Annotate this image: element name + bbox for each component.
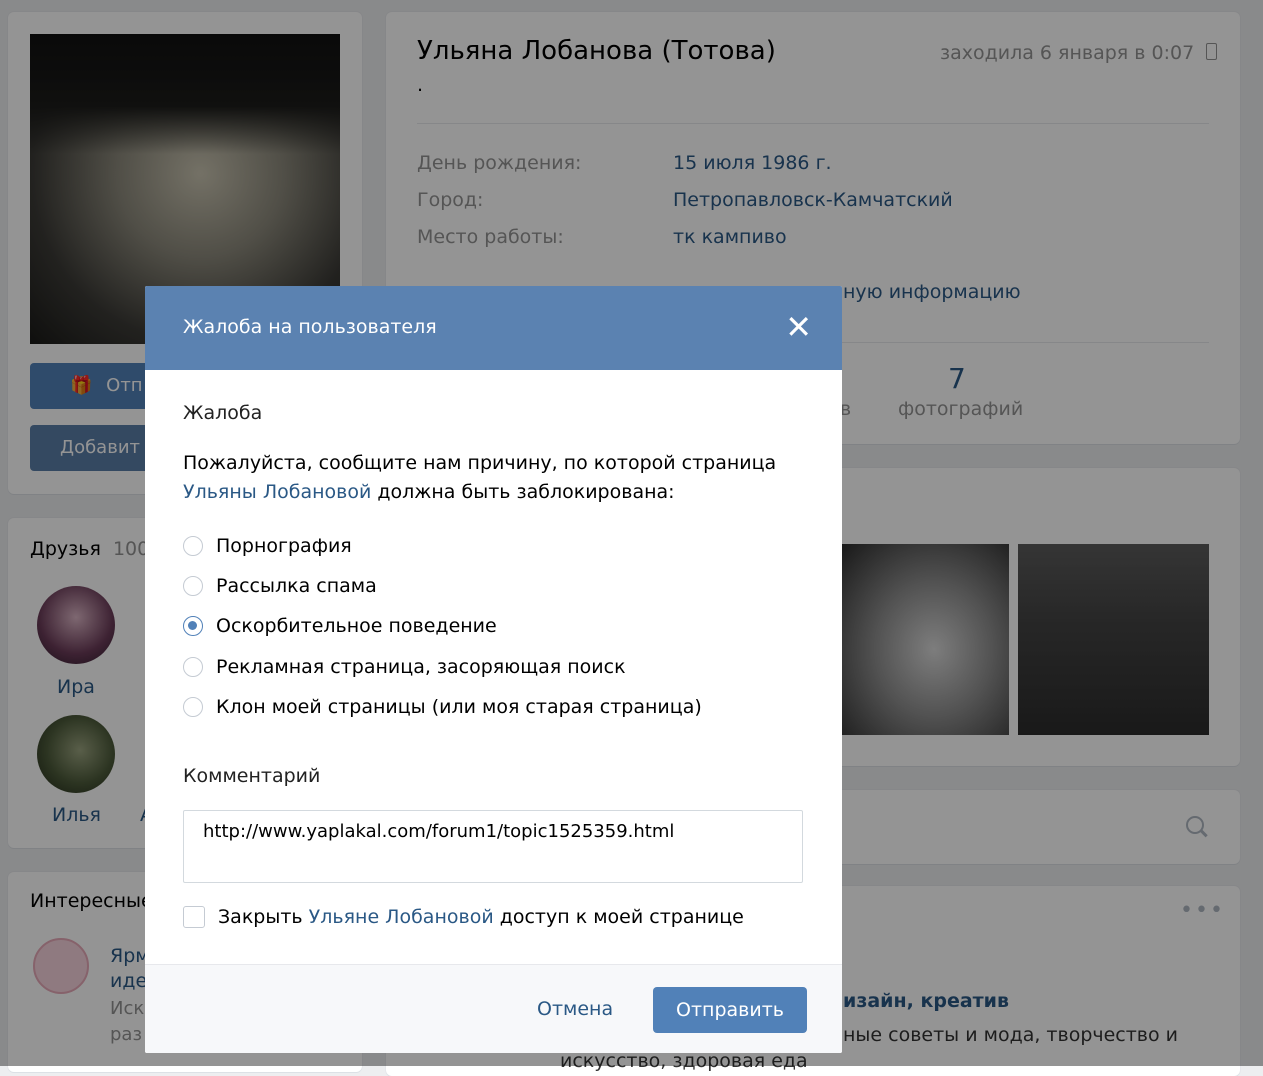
reason-option-clone[interactable]: Клон моей страницы (или моя старая стран… <box>183 694 702 720</box>
close-icon[interactable]: ✕ <box>785 310 812 344</box>
dialog-title: Жалоба на пользователя <box>183 316 437 338</box>
complaint-section-label: Жалоба <box>183 402 263 424</box>
block-access-checkbox[interactable] <box>183 906 205 928</box>
reason-option-advertising[interactable]: Рекламная страница, засоряющая поиск <box>183 654 626 680</box>
reason-option-spam[interactable]: Рассылка спама <box>183 573 377 599</box>
complaint-prompt: Пожалуйста, сообщите нам причину, по кот… <box>183 452 777 503</box>
dialog-footer: Отмена Отправить <box>145 964 842 1053</box>
comment-textarea[interactable]: http://www.yaplakal.com/forum1/topic1525… <box>183 810 803 883</box>
comment-label: Комментарий <box>183 765 321 787</box>
radio-button[interactable] <box>183 536 203 556</box>
send-button[interactable]: Отправить <box>653 987 807 1033</box>
reported-user-link[interactable]: Ульяны Лобановой <box>183 481 371 503</box>
radio-button[interactable] <box>183 657 203 677</box>
block-user-link[interactable]: Ульяне Лобановой <box>309 906 494 928</box>
reason-option-porn[interactable]: Порнография <box>183 533 352 559</box>
dialog-header: Жалоба на пользователя ✕ <box>145 286 842 370</box>
radio-button-selected[interactable] <box>183 616 203 636</box>
radio-button[interactable] <box>183 697 203 717</box>
report-user-dialog: Жалоба на пользователя ✕ Жалоба Пожалуйс… <box>145 286 842 1053</box>
block-access-option[interactable]: Закрыть Ульяне Лобановой доступ к моей с… <box>183 906 744 928</box>
reason-option-insult[interactable]: Оскорбительное поведение <box>183 613 497 639</box>
cancel-button[interactable]: Отмена <box>537 998 613 1020</box>
radio-button[interactable] <box>183 576 203 596</box>
